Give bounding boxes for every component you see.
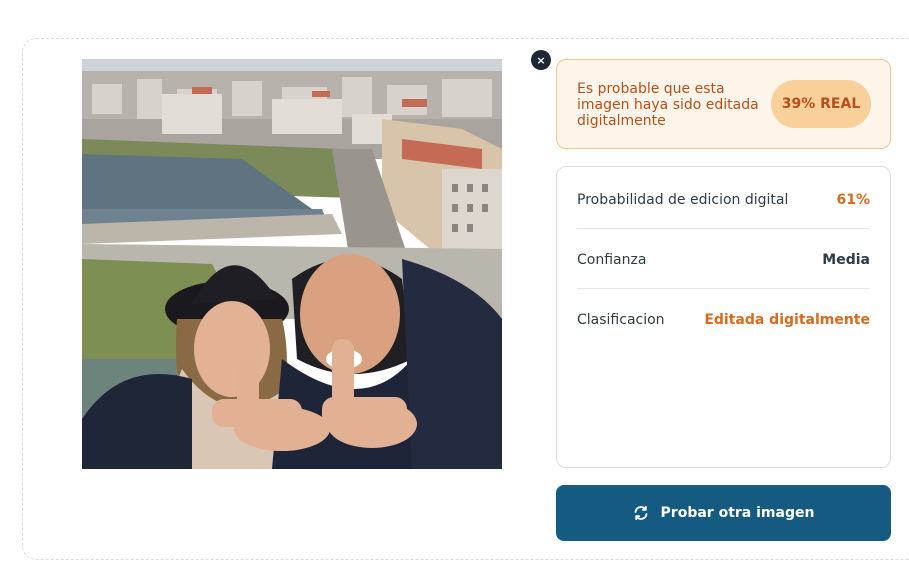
try-another-image-button[interactable]: Probar otra imagen bbox=[556, 485, 891, 541]
detail-value: Editada digitalmente bbox=[704, 312, 870, 328]
close-button[interactable]: × bbox=[531, 50, 551, 70]
uploaded-photo bbox=[82, 59, 502, 469]
detail-label: Clasificacion bbox=[577, 312, 665, 328]
detail-row-classification: Clasificacion Editada digitalmente bbox=[577, 292, 870, 348]
refresh-icon bbox=[633, 505, 649, 521]
detail-label: Probabilidad de edicion digital bbox=[577, 192, 789, 208]
detail-value: Media bbox=[822, 252, 870, 268]
detail-row-confidence: Confianza Media bbox=[577, 232, 870, 289]
detail-row-probability: Probabilidad de edicion digital 61% bbox=[577, 172, 870, 229]
close-icon: × bbox=[536, 53, 546, 67]
result-alert: Es probable que esta imagen haya sido ed… bbox=[556, 59, 891, 149]
result-message: Es probable que esta imagen haya sido ed… bbox=[577, 81, 759, 129]
detail-value: 61% bbox=[836, 192, 870, 208]
real-percentage-badge: 39% REAL bbox=[771, 80, 871, 128]
details-panel: Probabilidad de edicion digital 61% Conf… bbox=[556, 166, 891, 468]
try-another-image-label: Probar otra imagen bbox=[660, 505, 815, 521]
detail-label: Confianza bbox=[577, 252, 647, 268]
